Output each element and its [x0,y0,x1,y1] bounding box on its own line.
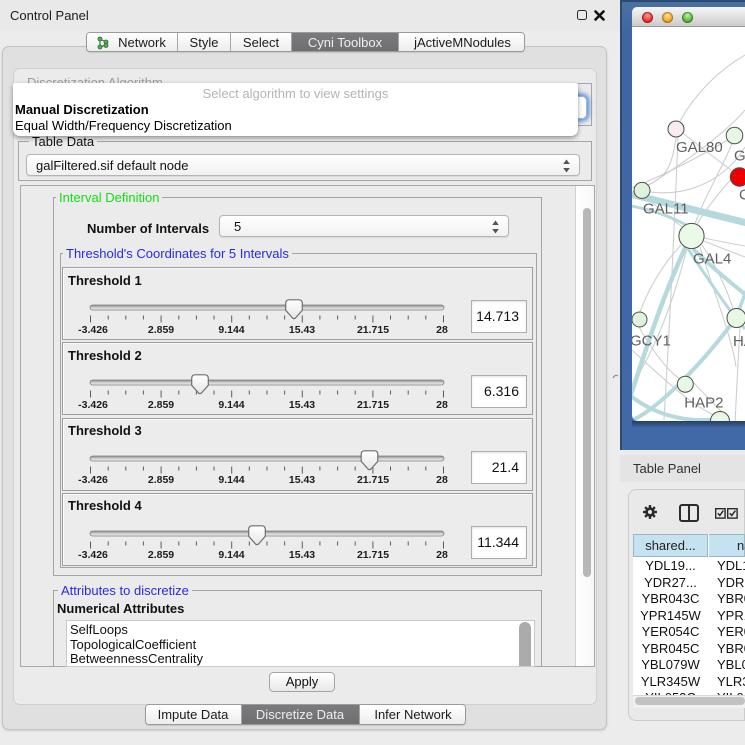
svg-text:GA: GA [734,147,745,164]
svg-text:HAP1: HAP1 [733,333,745,350]
svg-text:HAP2: HAP2 [684,394,723,411]
svg-text:GAL80: GAL80 [676,139,723,156]
svg-text:GAL4: GAL4 [693,250,731,267]
svg-text:CY: CY [739,186,745,203]
svg-text:GCY1: GCY1 [632,332,671,349]
svg-text:GAL11: GAL11 [643,200,689,217]
